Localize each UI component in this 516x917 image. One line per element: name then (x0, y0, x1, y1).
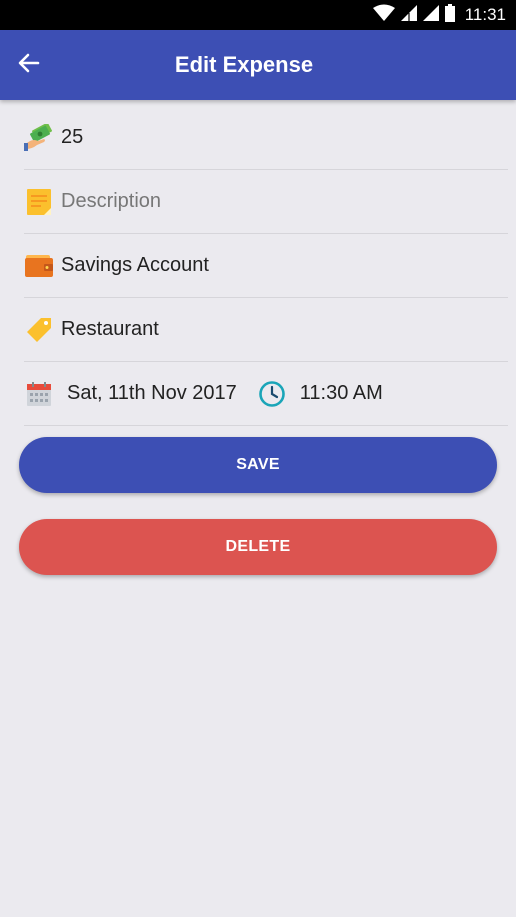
tag-icon (24, 315, 54, 345)
battery-icon (444, 3, 455, 27)
status-bar: 11:31 (0, 0, 516, 30)
note-icon (24, 187, 54, 217)
wallet-icon (24, 251, 54, 281)
clock-icon (257, 379, 287, 409)
time-field[interactable]: 11:30 AM (300, 382, 383, 405)
back-button[interactable] (14, 50, 44, 80)
amount-row[interactable]: 25 (24, 106, 508, 170)
category-row[interactable]: Restaurant (24, 298, 508, 362)
description-input[interactable]: Description (61, 190, 161, 213)
signal-icon-2 (422, 4, 439, 26)
status-time: 11:31 (464, 5, 506, 24)
save-button[interactable]: SAVE (19, 437, 497, 493)
expense-form: 25 Description Savings Account Restauran… (24, 106, 508, 426)
delete-button[interactable]: DELETE (19, 519, 497, 575)
money-icon (24, 123, 54, 153)
datetime-row: Sat, 11th Nov 2017 11:30 AM (24, 362, 508, 426)
arrow-left-icon (17, 51, 41, 80)
account-row[interactable]: Savings Account (24, 234, 508, 298)
wifi-icon (372, 4, 395, 27)
description-row[interactable]: Description (24, 170, 508, 234)
category-field[interactable]: Restaurant (61, 318, 159, 341)
app-bar: Edit Expense (0, 30, 516, 100)
page-title: Edit Expense (174, 52, 314, 77)
calendar-icon (24, 379, 54, 409)
date-field[interactable]: Sat, 11th Nov 2017 (67, 382, 237, 405)
account-field[interactable]: Savings Account (61, 254, 209, 277)
signal-icon (400, 4, 417, 26)
amount-field[interactable]: 25 (61, 126, 83, 149)
